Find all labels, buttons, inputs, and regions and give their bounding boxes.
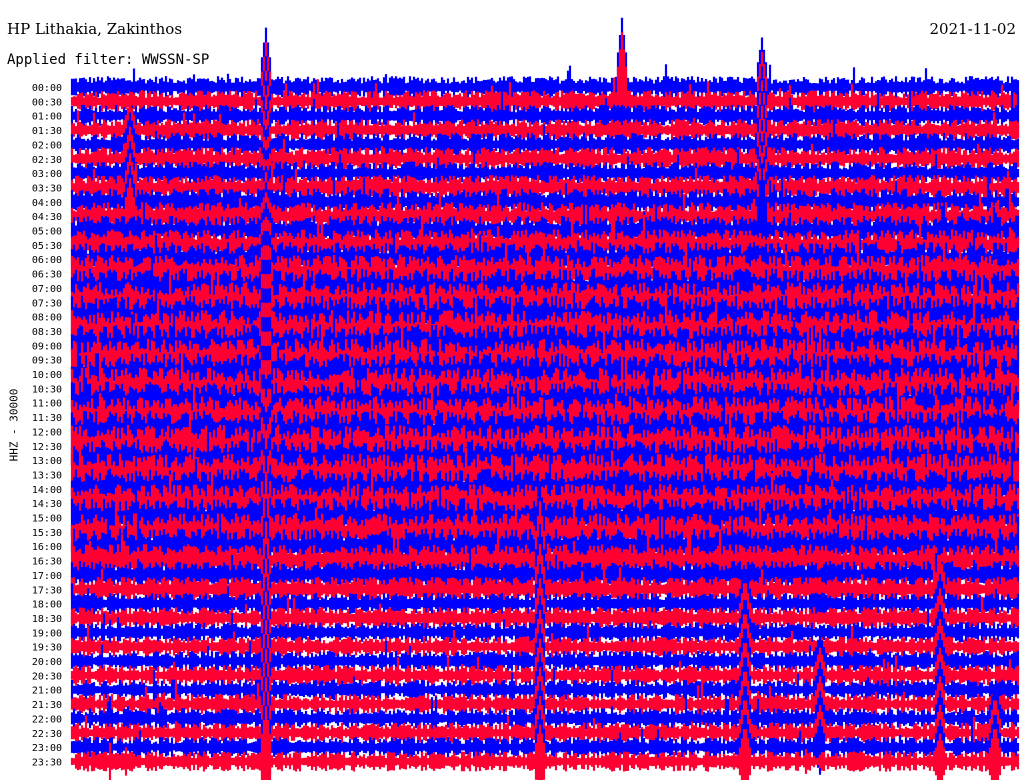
time-label-0530: 05:30 bbox=[32, 241, 62, 252]
time-label-0730: 07:30 bbox=[32, 298, 62, 309]
time-label-0900: 09:00 bbox=[32, 341, 62, 352]
time-label-1200: 12:00 bbox=[32, 427, 62, 438]
time-label-0700: 07:00 bbox=[32, 284, 62, 295]
time-label-1630: 16:30 bbox=[32, 557, 62, 568]
time-label-1530: 15:30 bbox=[32, 528, 62, 539]
time-label-1230: 12:30 bbox=[32, 442, 62, 453]
time-label-2130: 21:30 bbox=[32, 700, 62, 711]
seismogram-plot: 00:00 00:30 01:00 01:30 02:00 02:30 03:00 03:30… bbox=[32, 17, 1020, 780]
time-label-1700: 17:00 bbox=[32, 571, 62, 582]
time-label-1030: 10:30 bbox=[32, 384, 62, 395]
time-label-1000: 10:00 bbox=[32, 370, 62, 381]
time-label-2330: 23:30 bbox=[32, 757, 62, 768]
time-label-1730: 17:30 bbox=[32, 585, 62, 596]
time-label-0030: 00:30 bbox=[32, 97, 62, 108]
time-label-2030: 20:30 bbox=[32, 671, 62, 682]
time-label-0400: 04:00 bbox=[32, 198, 62, 209]
time-label-1830: 18:30 bbox=[32, 614, 62, 625]
time-label-1330: 13:30 bbox=[32, 470, 62, 481]
time-label-2100: 21:00 bbox=[32, 686, 62, 697]
time-label-0200: 02:00 bbox=[32, 140, 62, 151]
time-label-2230: 22:30 bbox=[32, 729, 62, 740]
time-label-1430: 14:30 bbox=[32, 499, 62, 510]
time-label-2000: 20:00 bbox=[32, 657, 62, 668]
time-label-0630: 06:30 bbox=[32, 270, 62, 281]
time-label-0500: 05:00 bbox=[32, 227, 62, 238]
time-label-2200: 22:00 bbox=[32, 714, 62, 725]
time-label-1900: 19:00 bbox=[32, 628, 62, 639]
time-label-1400: 14:00 bbox=[32, 485, 62, 496]
time-label-0430: 04:30 bbox=[32, 212, 62, 223]
time-label-1100: 11:00 bbox=[32, 399, 62, 410]
time-label-1930: 19:30 bbox=[32, 643, 62, 654]
time-label-1300: 13:00 bbox=[32, 456, 62, 467]
time-label-0800: 08:00 bbox=[32, 313, 62, 324]
time-label-1500: 15:00 bbox=[32, 514, 62, 525]
time-label-0100: 01:00 bbox=[32, 112, 62, 123]
time-label-0000: 00:00 bbox=[32, 83, 62, 94]
time-label-0830: 08:30 bbox=[32, 327, 62, 338]
time-label-2300: 23:00 bbox=[32, 743, 62, 754]
time-label-1130: 11:30 bbox=[32, 413, 62, 424]
time-label-0930: 09:30 bbox=[32, 356, 62, 367]
time-label-0130: 01:30 bbox=[32, 126, 62, 137]
time-label-1800: 18:00 bbox=[32, 600, 62, 611]
time-label-0600: 06:00 bbox=[32, 255, 62, 266]
time-label-0330: 03:30 bbox=[32, 183, 62, 194]
time-label-0230: 02:30 bbox=[32, 155, 62, 166]
time-label-1600: 16:00 bbox=[32, 542, 62, 553]
time-label-0300: 03:00 bbox=[32, 169, 62, 180]
